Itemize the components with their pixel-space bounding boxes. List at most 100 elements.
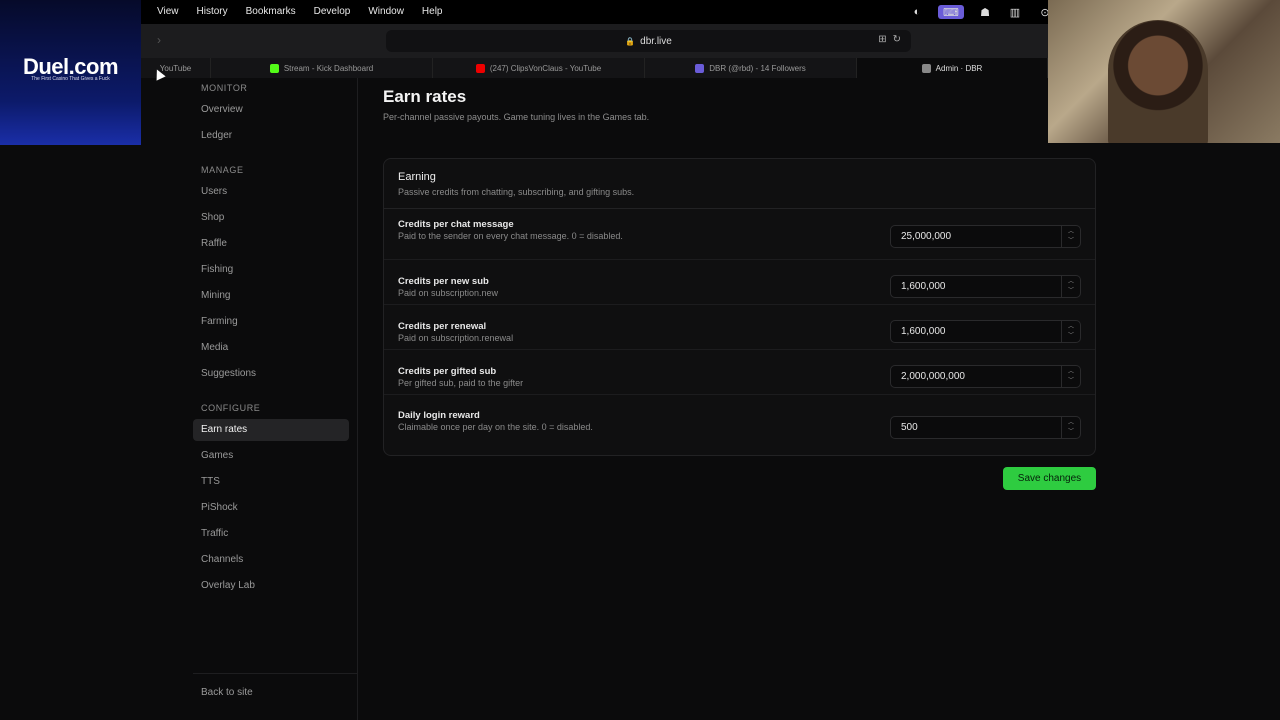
number-field[interactable] (891, 417, 1061, 438)
address-bar[interactable]: 🔒 dbr.live ⊞ ↻ (386, 30, 911, 52)
tab-dbr-followers[interactable]: DBR (@rbd) - 14 Followers (645, 58, 857, 78)
status-icons: ◐ ⌨ ☗ ▥ ⊙ (908, 0, 1054, 24)
webcam-person (1108, 20, 1208, 143)
menu-window[interactable]: Window (359, 0, 413, 24)
tab-bar: YouTube Stream - Kick Dashboard (247) Cl… (141, 58, 1048, 78)
setting-row-daily-login: Daily login reward Claimable once per da… (384, 395, 1095, 455)
setting-help: Claimable once per day on the site. 0 = … (398, 422, 593, 432)
sidebar-item-overlay-lab[interactable]: Overlay Lab (193, 575, 349, 597)
renewal-credits-input[interactable]: ︿﹀ (890, 320, 1081, 343)
stepper[interactable]: ︿ ﹀ (1061, 366, 1080, 387)
sidebar-item-raffle[interactable]: Raffle (193, 233, 349, 255)
setting-label: Credits per gifted sub (398, 366, 497, 377)
number-field[interactable] (891, 366, 1061, 387)
translate-icon[interactable]: ⊞ (878, 34, 886, 45)
sidebar: MONITOR Overview Ledger MANAGE Users Sho… (193, 78, 358, 720)
section-heading-manage: MANAGE (201, 165, 244, 175)
chevron-up-icon[interactable]: ︿ (1068, 368, 1074, 377)
robot-icon[interactable]: ☗ (976, 5, 994, 19)
sidebar-item-games[interactable]: Games (193, 445, 349, 467)
sidebar-item-overview[interactable]: Overview (193, 99, 349, 121)
youtube-icon (475, 63, 485, 73)
sidebar-item-media[interactable]: Media (193, 337, 349, 359)
sidebar-item-fishing[interactable]: Fishing (193, 259, 349, 281)
lock-icon: 🔒 (625, 36, 636, 46)
sidebar-item-shop[interactable]: Shop (193, 207, 349, 229)
daily-login-reward-input[interactable]: ︿﹀ (890, 416, 1081, 439)
sidebar-item-farming[interactable]: Farming (193, 311, 349, 333)
setting-help: Paid on subscription.renewal (398, 333, 514, 343)
sidebar-item-users[interactable]: Users (193, 181, 349, 203)
card-header: Earning Passive credits from chatting, s… (384, 159, 1095, 209)
chevron-up-icon[interactable]: ︿ (1068, 323, 1074, 332)
sidebar-item-channels[interactable]: Channels (193, 549, 349, 571)
browser-toolbar: › 🔒 dbr.live ⊞ ↻ (141, 24, 1048, 58)
chevron-down-icon[interactable]: ﹀ (1068, 332, 1074, 341)
tab-kick-dashboard[interactable]: Stream - Kick Dashboard (211, 58, 433, 78)
menu-develop[interactable]: Develop (305, 0, 360, 24)
dbr-icon (695, 63, 705, 73)
chevron-up-icon[interactable]: ︿ (1068, 419, 1074, 428)
tab-label: Stream - Kick Dashboard (283, 63, 374, 73)
number-field[interactable] (891, 276, 1061, 297)
url-text: dbr.live (640, 35, 672, 47)
number-field[interactable] (891, 321, 1061, 342)
sponsor-overlay: Duel.com The First Casino That Gives a F… (0, 0, 141, 145)
setting-label: Credits per renewal (398, 321, 487, 332)
admin-icon (921, 63, 931, 73)
setting-row-renewal: Credits per renewal Paid on subscription… (384, 305, 1095, 350)
tab-youtube-clips[interactable]: (247) ClipsVonClaus - YouTube (433, 58, 645, 78)
menu-view[interactable]: View (148, 0, 188, 24)
setting-help: Paid on subscription.new (398, 288, 499, 298)
menu-history[interactable]: History (188, 0, 237, 24)
menu-help[interactable]: Help (413, 0, 452, 24)
sidebar-item-mining[interactable]: Mining (193, 285, 349, 307)
number-field[interactable] (891, 226, 1061, 247)
chevron-down-icon[interactable]: ﹀ (1068, 287, 1074, 296)
kick-icon (269, 63, 279, 73)
stepper[interactable]: ︿ ﹀ (1061, 417, 1080, 438)
setting-row-gifted-sub: Credits per gifted sub Per gifted sub, p… (384, 350, 1095, 395)
stepper[interactable]: ︿ ﹀ (1061, 276, 1080, 297)
chevron-up-icon[interactable]: ︿ (1068, 228, 1074, 237)
reload-icon[interactable]: ↻ (893, 34, 901, 45)
piano-icon[interactable]: ▥ (1006, 5, 1024, 19)
setting-row-chat-message: Credits per chat message Paid to the sen… (384, 209, 1095, 260)
extension-icon[interactable]: ◐ (908, 5, 926, 19)
sidebar-item-pishock[interactable]: PiShock (193, 497, 349, 519)
sidebar-item-ledger[interactable]: Ledger (193, 125, 349, 147)
stepper[interactable]: ︿ ﹀ (1061, 321, 1080, 342)
webcam-overlay (1048, 0, 1280, 143)
setting-row-new-sub: Credits per new sub Paid on subscription… (384, 260, 1095, 305)
setting-label: Daily login reward (398, 410, 480, 421)
forward-icon[interactable]: › (157, 33, 161, 47)
tab-label: (247) ClipsVonClaus - YouTube (489, 63, 602, 73)
save-changes-button[interactable]: Save changes (1003, 467, 1096, 490)
chat-message-credits-input[interactable]: ︿﹀ (890, 225, 1081, 248)
back-to-site-link[interactable]: Back to site (193, 682, 349, 704)
chevron-up-icon[interactable]: ︿ (1068, 278, 1074, 287)
earning-card: Earning Passive credits from chatting, s… (383, 158, 1096, 456)
page-subtitle: Per-channel passive payouts. Game tuning… (383, 112, 650, 122)
tab-admin-dbr[interactable]: Admin · DBR (857, 58, 1048, 78)
setting-help: Paid to the sender on every chat message… (398, 231, 623, 241)
stepper[interactable]: ︿ ﹀ (1061, 226, 1080, 247)
sidebar-item-tts[interactable]: TTS (193, 471, 349, 493)
sponsor-tagline: The First Casino That Gives a Fuck (31, 76, 110, 82)
tab-label: YouTube (159, 63, 192, 73)
tab-label: DBR (@rbd) - 14 Followers (709, 63, 806, 73)
sidebar-item-traffic[interactable]: Traffic (193, 523, 349, 545)
card-title: Earning (398, 171, 436, 183)
sidebar-item-suggestions[interactable]: Suggestions (193, 363, 349, 385)
chevron-down-icon[interactable]: ﹀ (1068, 377, 1074, 386)
setting-help: Per gifted sub, paid to the gifter (398, 378, 524, 388)
menu-bookmarks[interactable]: Bookmarks (237, 0, 305, 24)
sidebar-item-earn-rates[interactable]: Earn rates (193, 419, 349, 441)
keyboard-icon[interactable]: ⌨ (938, 5, 964, 19)
menu-items: View History Bookmarks Develop Window He… (148, 0, 452, 24)
chevron-down-icon[interactable]: ﹀ (1068, 428, 1074, 437)
new-sub-credits-input[interactable]: ︿﹀ (890, 275, 1081, 298)
gifted-sub-credits-input[interactable]: ︿﹀ (890, 365, 1081, 388)
tab-youtube[interactable]: YouTube (141, 58, 211, 78)
chevron-down-icon[interactable]: ﹀ (1068, 237, 1074, 246)
